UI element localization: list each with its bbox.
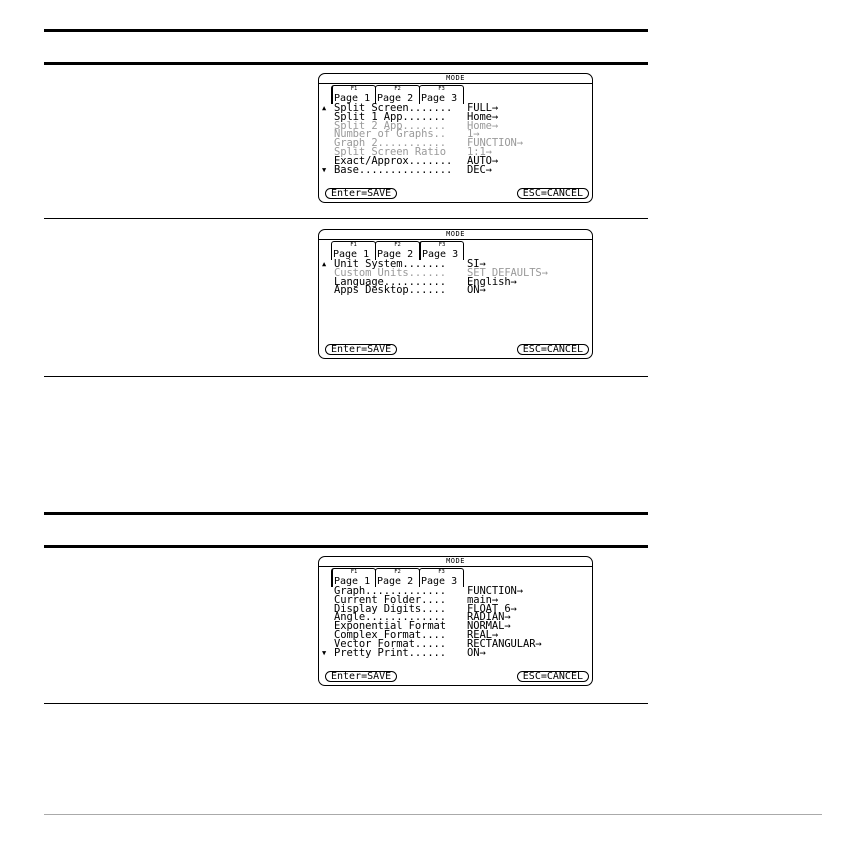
footer-rule bbox=[44, 814, 822, 815]
tab-fkey: F1 bbox=[350, 569, 358, 575]
cancel-button[interactable]: ESC=CANCEL bbox=[516, 671, 589, 682]
setting-base[interactable]: ▼ Base............... DEC→ bbox=[322, 163, 589, 176]
tab-fkey: F1 bbox=[350, 242, 357, 248]
setting-pretty-print[interactable]: ▼ Pretty Print...... ON→ bbox=[322, 646, 589, 659]
table-header-rule bbox=[44, 62, 648, 65]
settings-list: Graph............. FUNCTION→ Current Fol… bbox=[322, 586, 589, 659]
tab-fkey: F2 bbox=[394, 242, 401, 248]
tab-fkey: F2 bbox=[394, 569, 401, 575]
setting-value[interactable]: ON→ bbox=[467, 647, 486, 658]
mode-dialog-page1: MODE F1 Page 1 F2 Page 2 F3 Page 3 ▲ Spl… bbox=[318, 73, 593, 203]
tab-fkey: F3 bbox=[438, 569, 445, 575]
table2-bottom-rule bbox=[44, 703, 648, 704]
save-button[interactable]: Enter=SAVE bbox=[325, 344, 398, 355]
table-top-rule bbox=[44, 29, 648, 32]
save-button[interactable]: Enter=SAVE bbox=[325, 671, 398, 682]
dialog-title: MODE bbox=[319, 74, 592, 84]
table-bottom-rule bbox=[44, 376, 648, 377]
tab-fkey: F2 bbox=[394, 86, 401, 92]
scroll-down-icon: ▼ bbox=[322, 165, 327, 174]
dialog-title: MODE bbox=[319, 230, 592, 240]
setting-label: Base............... bbox=[334, 163, 453, 176]
setting-apps-desktop[interactable]: Apps Desktop...... ON→ bbox=[322, 284, 589, 297]
setting-label: Apps Desktop...... bbox=[334, 284, 446, 297]
table2-top-rule bbox=[44, 512, 648, 515]
save-button[interactable]: Enter=SAVE bbox=[325, 188, 398, 199]
row-divider bbox=[44, 218, 648, 219]
table2-header-rule bbox=[44, 545, 648, 548]
cancel-button[interactable]: ESC=CANCEL bbox=[516, 188, 589, 199]
setting-value[interactable]: DEC→ bbox=[467, 164, 492, 175]
scroll-up-icon: ▲ bbox=[322, 104, 327, 112]
setting-value[interactable]: ON→ bbox=[467, 285, 486, 296]
mode-dialog-page1-default: MODE F1 Page 1 F2 Page 2 F3 Page 3 Graph… bbox=[318, 556, 593, 686]
dialog-title: MODE bbox=[319, 557, 592, 567]
cancel-button[interactable]: ESC=CANCEL bbox=[516, 344, 589, 355]
setting-label: Pretty Print...... bbox=[334, 646, 446, 659]
settings-list: ▲ Split Screen....... FULL→ Split 1 App.… bbox=[322, 103, 589, 176]
scroll-up-icon: ▲ bbox=[322, 260, 327, 268]
scroll-down-icon: ▼ bbox=[322, 648, 327, 657]
settings-list: ▲ Unit System....... SI→ Custom Units...… bbox=[322, 259, 589, 297]
tab-fkey: F3 bbox=[438, 86, 445, 92]
mode-dialog-page3: MODE F1 Page 1 F2 Page 2 F3 Page 3 ▲ Uni… bbox=[318, 229, 593, 359]
tab-fkey: F1 bbox=[350, 86, 358, 92]
tab-fkey: F3 bbox=[438, 242, 446, 248]
